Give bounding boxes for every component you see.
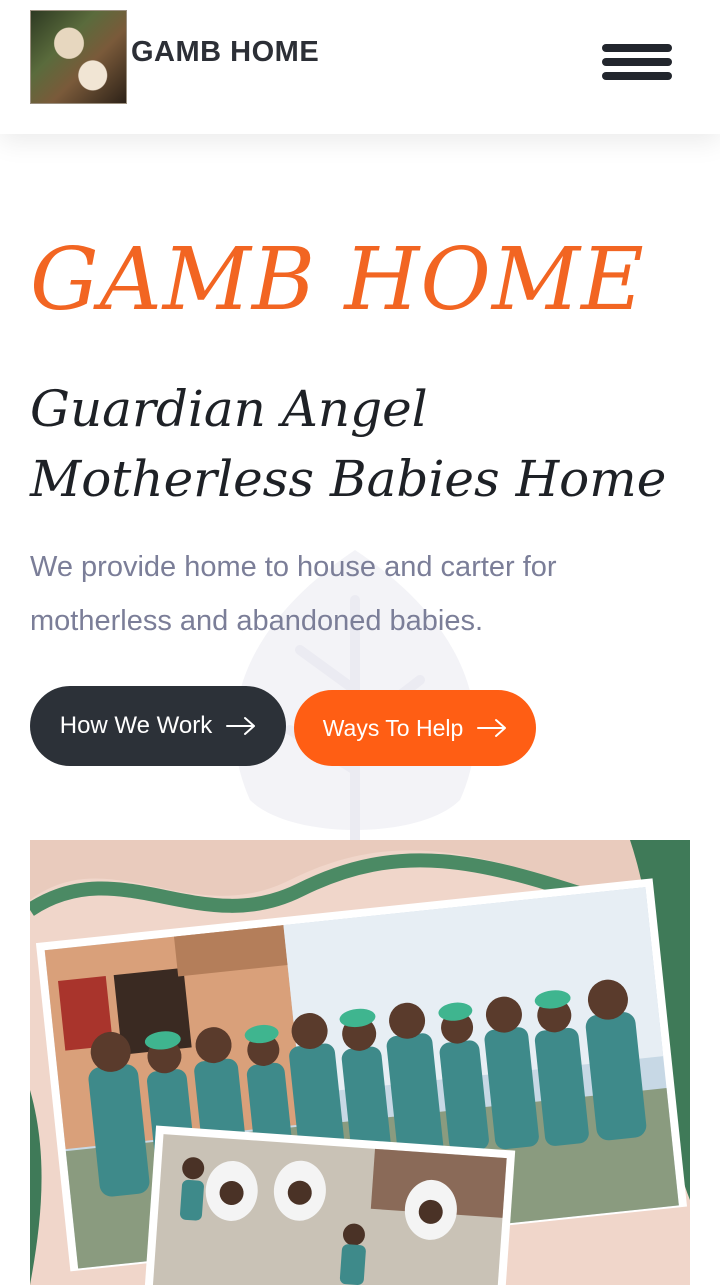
hero-title: GAMB HOME <box>30 230 645 330</box>
site-header: GAMB HOME <box>0 0 720 134</box>
arrow-right-icon <box>226 717 256 735</box>
logo-image[interactable] <box>30 10 127 104</box>
how-we-work-button[interactable]: How We Work <box>30 686 286 766</box>
ways-to-help-button[interactable]: Ways To Help <box>294 690 536 766</box>
menu-bar-top <box>602 44 672 52</box>
arrow-right-icon <box>477 719 507 737</box>
menu-bar-middle <box>602 58 672 66</box>
hamburger-menu-icon[interactable] <box>600 42 674 84</box>
children-group-photo <box>30 840 690 1285</box>
ways-to-help-label: Ways To Help <box>322 714 464 741</box>
hero-description: We provide home to house and carter for … <box>30 551 557 637</box>
photo-illustration <box>30 840 690 1285</box>
menu-bar-bottom <box>602 72 672 80</box>
how-we-work-label: How We Work <box>59 712 213 739</box>
logo-text[interactable]: GAMB HOME <box>131 36 319 69</box>
hero-subtitle: Guardian Angel Motherless Babies Home <box>30 380 667 508</box>
